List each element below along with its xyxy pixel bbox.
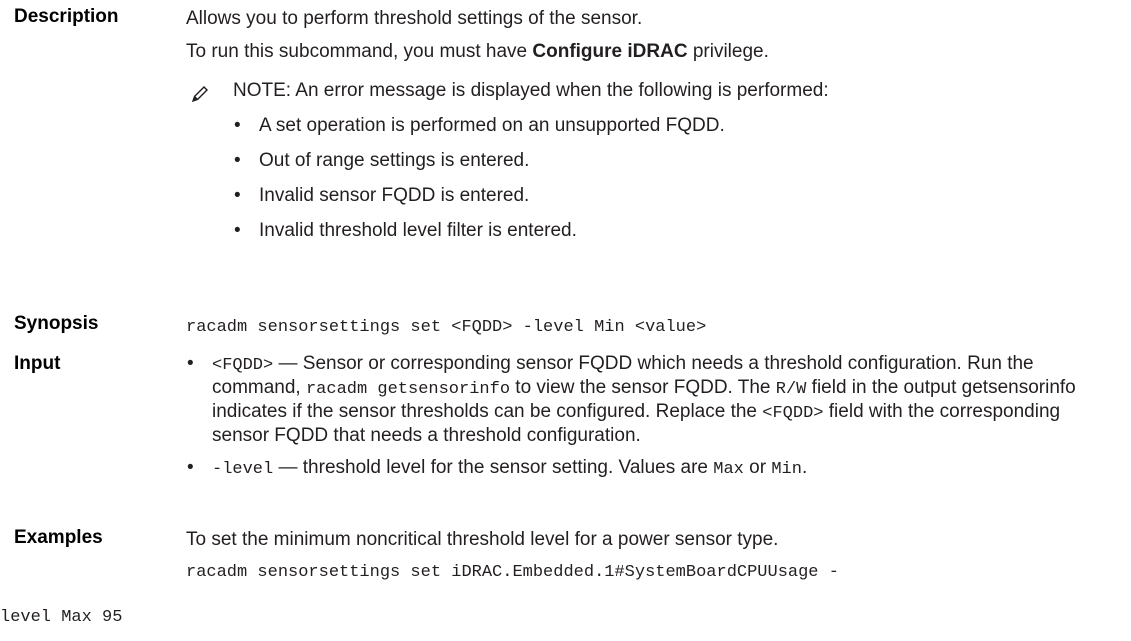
description-line-2-post: privilege. [687, 41, 769, 62]
description-label: Description [14, 6, 119, 27]
note-list: A set operation is performed on an unsup… [233, 113, 1121, 243]
list-item: A set operation is performed on an unsup… [233, 113, 1121, 138]
synopsis-label: Synopsis [14, 313, 99, 334]
synopsis-content: racadm sensorsettings set <FQDD> -level … [186, 313, 1121, 340]
list-item: Invalid sensor FQDD is entered. [233, 183, 1121, 208]
description-line-2: To run this subcommand, you must have Co… [186, 39, 1121, 64]
input-text: . [801, 457, 808, 478]
min-value: Min [771, 460, 802, 479]
input-label: Input [14, 353, 61, 374]
level-param: -level [212, 460, 274, 479]
max-value: Max [713, 460, 744, 479]
command-code: racadm getsensorinfo [305, 380, 511, 399]
fqdd-param: <FQDD> [762, 404, 824, 423]
examples-label: Examples [14, 527, 103, 548]
examples-content: To set the minimum noncritical threshold… [186, 527, 1121, 583]
example-code-line-1: racadm sensorsettings set iDRAC.Embedded… [186, 563, 839, 582]
description-line-1: Allows you to perform threshold settings… [186, 8, 643, 29]
input-text: to view the sensor FQDD. The [510, 377, 776, 398]
list-item: -level — threshold level for the sensor … [186, 457, 1121, 481]
list-item: <FQDD> — Sensor or corresponding sensor … [186, 353, 1121, 447]
description-line-2-pre: To run this subcommand, you must have [186, 41, 533, 62]
note-text: An error message is displayed when the f… [291, 80, 829, 101]
examples-text: To set the minimum noncritical threshold… [186, 529, 779, 550]
example-code-line-2: level Max 95 [0, 608, 123, 627]
list-item: Invalid threshold level filter is entere… [233, 218, 1121, 243]
note-title: NOTE: [233, 80, 292, 101]
synopsis-code: racadm sensorsettings set <FQDD> -level … [186, 318, 707, 337]
input-content: <FQDD> — Sensor or corresponding sensor … [186, 353, 1121, 481]
privilege-name: Configure iDRAC [532, 41, 688, 62]
pencil-icon [192, 86, 208, 102]
input-list: <FQDD> — Sensor or corresponding sensor … [186, 353, 1121, 481]
fqdd-param: <FQDD> [212, 356, 274, 375]
note-line: NOTE: An error message is displayed when… [233, 78, 1121, 103]
description-content: Allows you to perform threshold settings… [186, 6, 1121, 243]
list-item: Out of range settings is entered. [233, 148, 1121, 173]
input-text: — threshold level for the sensor setting… [273, 457, 714, 478]
input-text: or [743, 457, 772, 478]
note-box: NOTE: An error message is displayed when… [186, 78, 1121, 243]
rw-code: R/W [775, 380, 807, 399]
